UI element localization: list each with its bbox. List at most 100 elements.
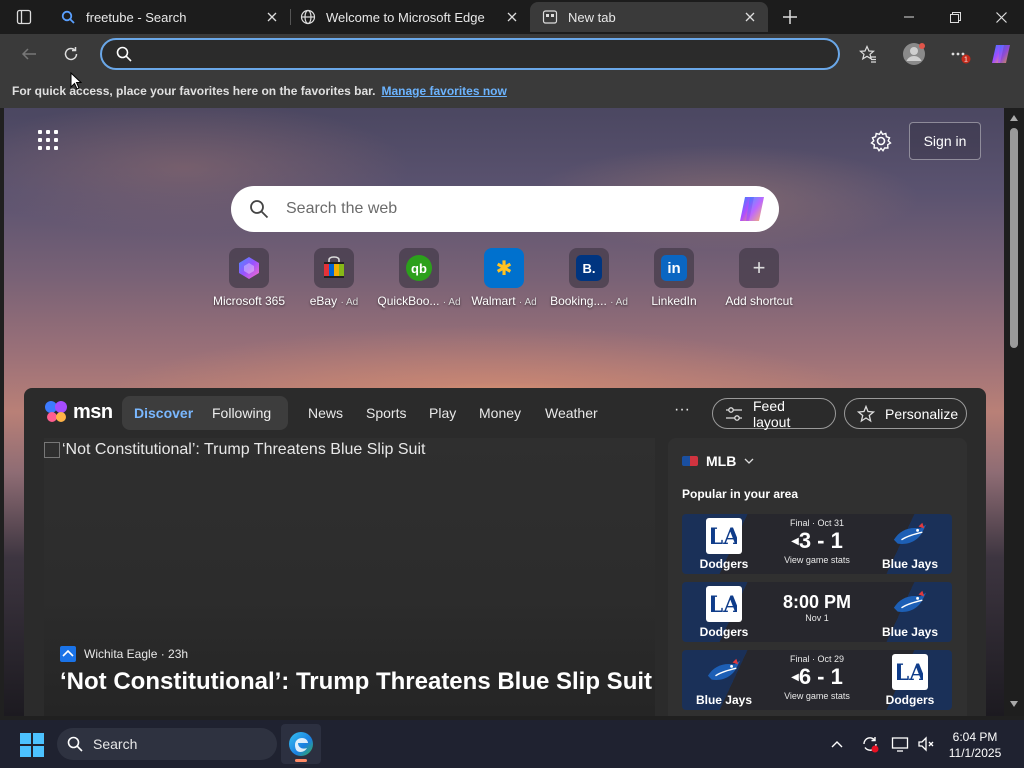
- scroll-down-icon[interactable]: [1008, 698, 1020, 710]
- network-button[interactable]: [890, 734, 910, 754]
- quickbooks-icon: qb: [406, 255, 432, 281]
- chevron-down-icon: [744, 458, 754, 464]
- restore-button[interactable]: [932, 0, 978, 34]
- nav-sports[interactable]: Sports: [366, 405, 406, 421]
- avatar-icon: [903, 43, 925, 65]
- game-row[interactable]: Blue Jays Final · Oct 29 ◀6 - 1 View gam…: [682, 650, 952, 710]
- shortcut-add[interactable]: + Add shortcut: [714, 248, 804, 308]
- game-stats-link[interactable]: View game stats: [766, 555, 868, 565]
- msn-logo[interactable]: msn: [44, 398, 113, 426]
- game-score: 3 - 1: [798, 528, 843, 553]
- search-icon: [250, 200, 269, 219]
- blue-jays-logo-icon: [706, 654, 742, 690]
- shortcut-walmart[interactable]: ✱ Walmart · Ad: [459, 248, 549, 308]
- scroll-up-icon[interactable]: [1008, 112, 1020, 124]
- settings-more-button[interactable]: 1: [945, 40, 975, 68]
- tab-title: New tab: [568, 9, 616, 25]
- copilot-button[interactable]: [987, 40, 1017, 68]
- scrollbar-thumb[interactable]: [1010, 128, 1018, 348]
- address-bar[interactable]: [100, 38, 840, 70]
- tab-welcome-edge[interactable]: Welcome to Microsoft Edge: [288, 2, 530, 32]
- sign-in-button[interactable]: Sign in: [909, 122, 981, 160]
- shortcut-booking[interactable]: B. Booking.... · Ad: [544, 248, 634, 308]
- tab-title: Welcome to Microsoft Edge: [326, 9, 485, 25]
- feed-layout-button[interactable]: Feed layout: [712, 398, 836, 430]
- team-name: Dodgers: [699, 557, 749, 571]
- volume-button[interactable]: [916, 734, 936, 754]
- shortcut-tile: qb: [399, 248, 439, 288]
- dodgers-logo-icon: LA: [706, 586, 742, 622]
- profile-button[interactable]: [899, 40, 929, 68]
- web-search-box[interactable]: Search the web: [231, 186, 779, 232]
- taskbar-edge-button[interactable]: [281, 724, 321, 764]
- booking-icon: B.: [576, 255, 602, 281]
- hero-image-alt: ‘Not Constitutional’: Trump Threatens Bl…: [44, 441, 425, 459]
- mlb-subtitle: Popular in your area: [682, 487, 799, 501]
- nav-play[interactable]: Play: [429, 405, 456, 421]
- game-row[interactable]: LA Dodgers Final · Oct 31 ◀3 - 1 View ga…: [682, 514, 952, 574]
- shortcut-tile: [229, 248, 269, 288]
- tab-new-tab[interactable]: New tab: [530, 2, 768, 32]
- hero-story-card[interactable]: ‘Not Constitutional’: Trump Threatens Bl…: [44, 438, 655, 716]
- hero-age: · 23h: [160, 647, 189, 661]
- search-icon: [116, 46, 132, 62]
- address-input[interactable]: [142, 44, 822, 64]
- game-row[interactable]: LA Dodgers 8:00 PM Nov 1 Blue Jays: [682, 582, 952, 642]
- restore-icon: [949, 11, 961, 23]
- close-window-button[interactable]: [978, 0, 1024, 34]
- manage-favorites-link[interactable]: Manage favorites now: [381, 84, 506, 98]
- nav-news[interactable]: News: [308, 405, 343, 421]
- nav-weather[interactable]: Weather: [545, 405, 598, 421]
- tab-strip: freetube - Search Welcome to Microsoft E…: [0, 0, 1024, 34]
- tab-freetube-search[interactable]: freetube - Search: [48, 2, 290, 32]
- show-hidden-icons-button[interactable]: [827, 734, 847, 754]
- app-launcher-icon[interactable]: [36, 128, 60, 152]
- copilot-icon[interactable]: [737, 195, 767, 223]
- windows-start-icon[interactable]: [20, 733, 44, 757]
- close-icon[interactable]: [504, 9, 520, 25]
- feed-toggle: Discover Following: [122, 396, 288, 430]
- star-list-icon: [859, 45, 876, 63]
- refresh-button[interactable]: [56, 40, 86, 68]
- mlb-league-selector[interactable]: MLB: [682, 453, 754, 469]
- minimize-button[interactable]: [886, 0, 932, 34]
- taskbar-search[interactable]: Search: [57, 728, 277, 760]
- new-tab-button[interactable]: [778, 5, 802, 29]
- windows-taskbar: Search 6:04 PM 11/1/2025: [0, 720, 1024, 768]
- close-icon[interactable]: [742, 9, 758, 25]
- shortcut-linkedin[interactable]: in LinkedIn: [629, 248, 719, 308]
- favorites-button[interactable]: [853, 40, 883, 68]
- network-icon: [891, 737, 909, 752]
- page-settings-button[interactable]: [868, 128, 894, 154]
- close-icon[interactable]: [264, 9, 280, 25]
- shortcut-label: Microsoft 365: [212, 294, 286, 308]
- ad-badge: · Ad: [610, 297, 628, 308]
- team-left: LA Dodgers: [682, 586, 766, 639]
- personalize-label: Personalize: [885, 405, 959, 422]
- shortcut-ebay[interactable]: eBay · Ad: [289, 248, 379, 308]
- team-name: Dodgers: [885, 693, 935, 707]
- gear-icon: [870, 130, 892, 152]
- system-clock[interactable]: 6:04 PM 11/1/2025: [940, 729, 1010, 761]
- walmart-icon: ✱: [495, 257, 513, 280]
- blue-jays-logo-icon: [892, 518, 928, 554]
- game-stats-link[interactable]: View game stats: [766, 691, 868, 701]
- msn-wordmark: msn: [73, 400, 113, 423]
- personalize-button[interactable]: Personalize: [844, 398, 967, 429]
- copilot-icon: [992, 45, 1010, 63]
- back-button[interactable]: [14, 40, 44, 68]
- page-scrollbar[interactable]: [1004, 108, 1024, 716]
- plus-icon: [783, 10, 797, 24]
- nav-money[interactable]: Money: [479, 405, 521, 421]
- sync-status-button[interactable]: [860, 734, 880, 754]
- tab-following[interactable]: Following: [212, 405, 271, 421]
- shortcut-microsoft-365[interactable]: Microsoft 365: [204, 248, 294, 308]
- shortcut-quickbooks[interactable]: qb QuickBoo... · Ad: [374, 248, 464, 308]
- sliders-icon: [725, 406, 743, 422]
- more-nav-button[interactable]: ···: [674, 401, 690, 419]
- shortcut-tile: +: [739, 248, 779, 288]
- shortcut-label: Add shortcut: [725, 294, 793, 308]
- tab-actions-button[interactable]: [8, 6, 40, 28]
- tab-discover[interactable]: Discover: [134, 405, 193, 421]
- hero-headline[interactable]: ‘Not Constitutional’: Trump Threatens Bl…: [60, 668, 652, 696]
